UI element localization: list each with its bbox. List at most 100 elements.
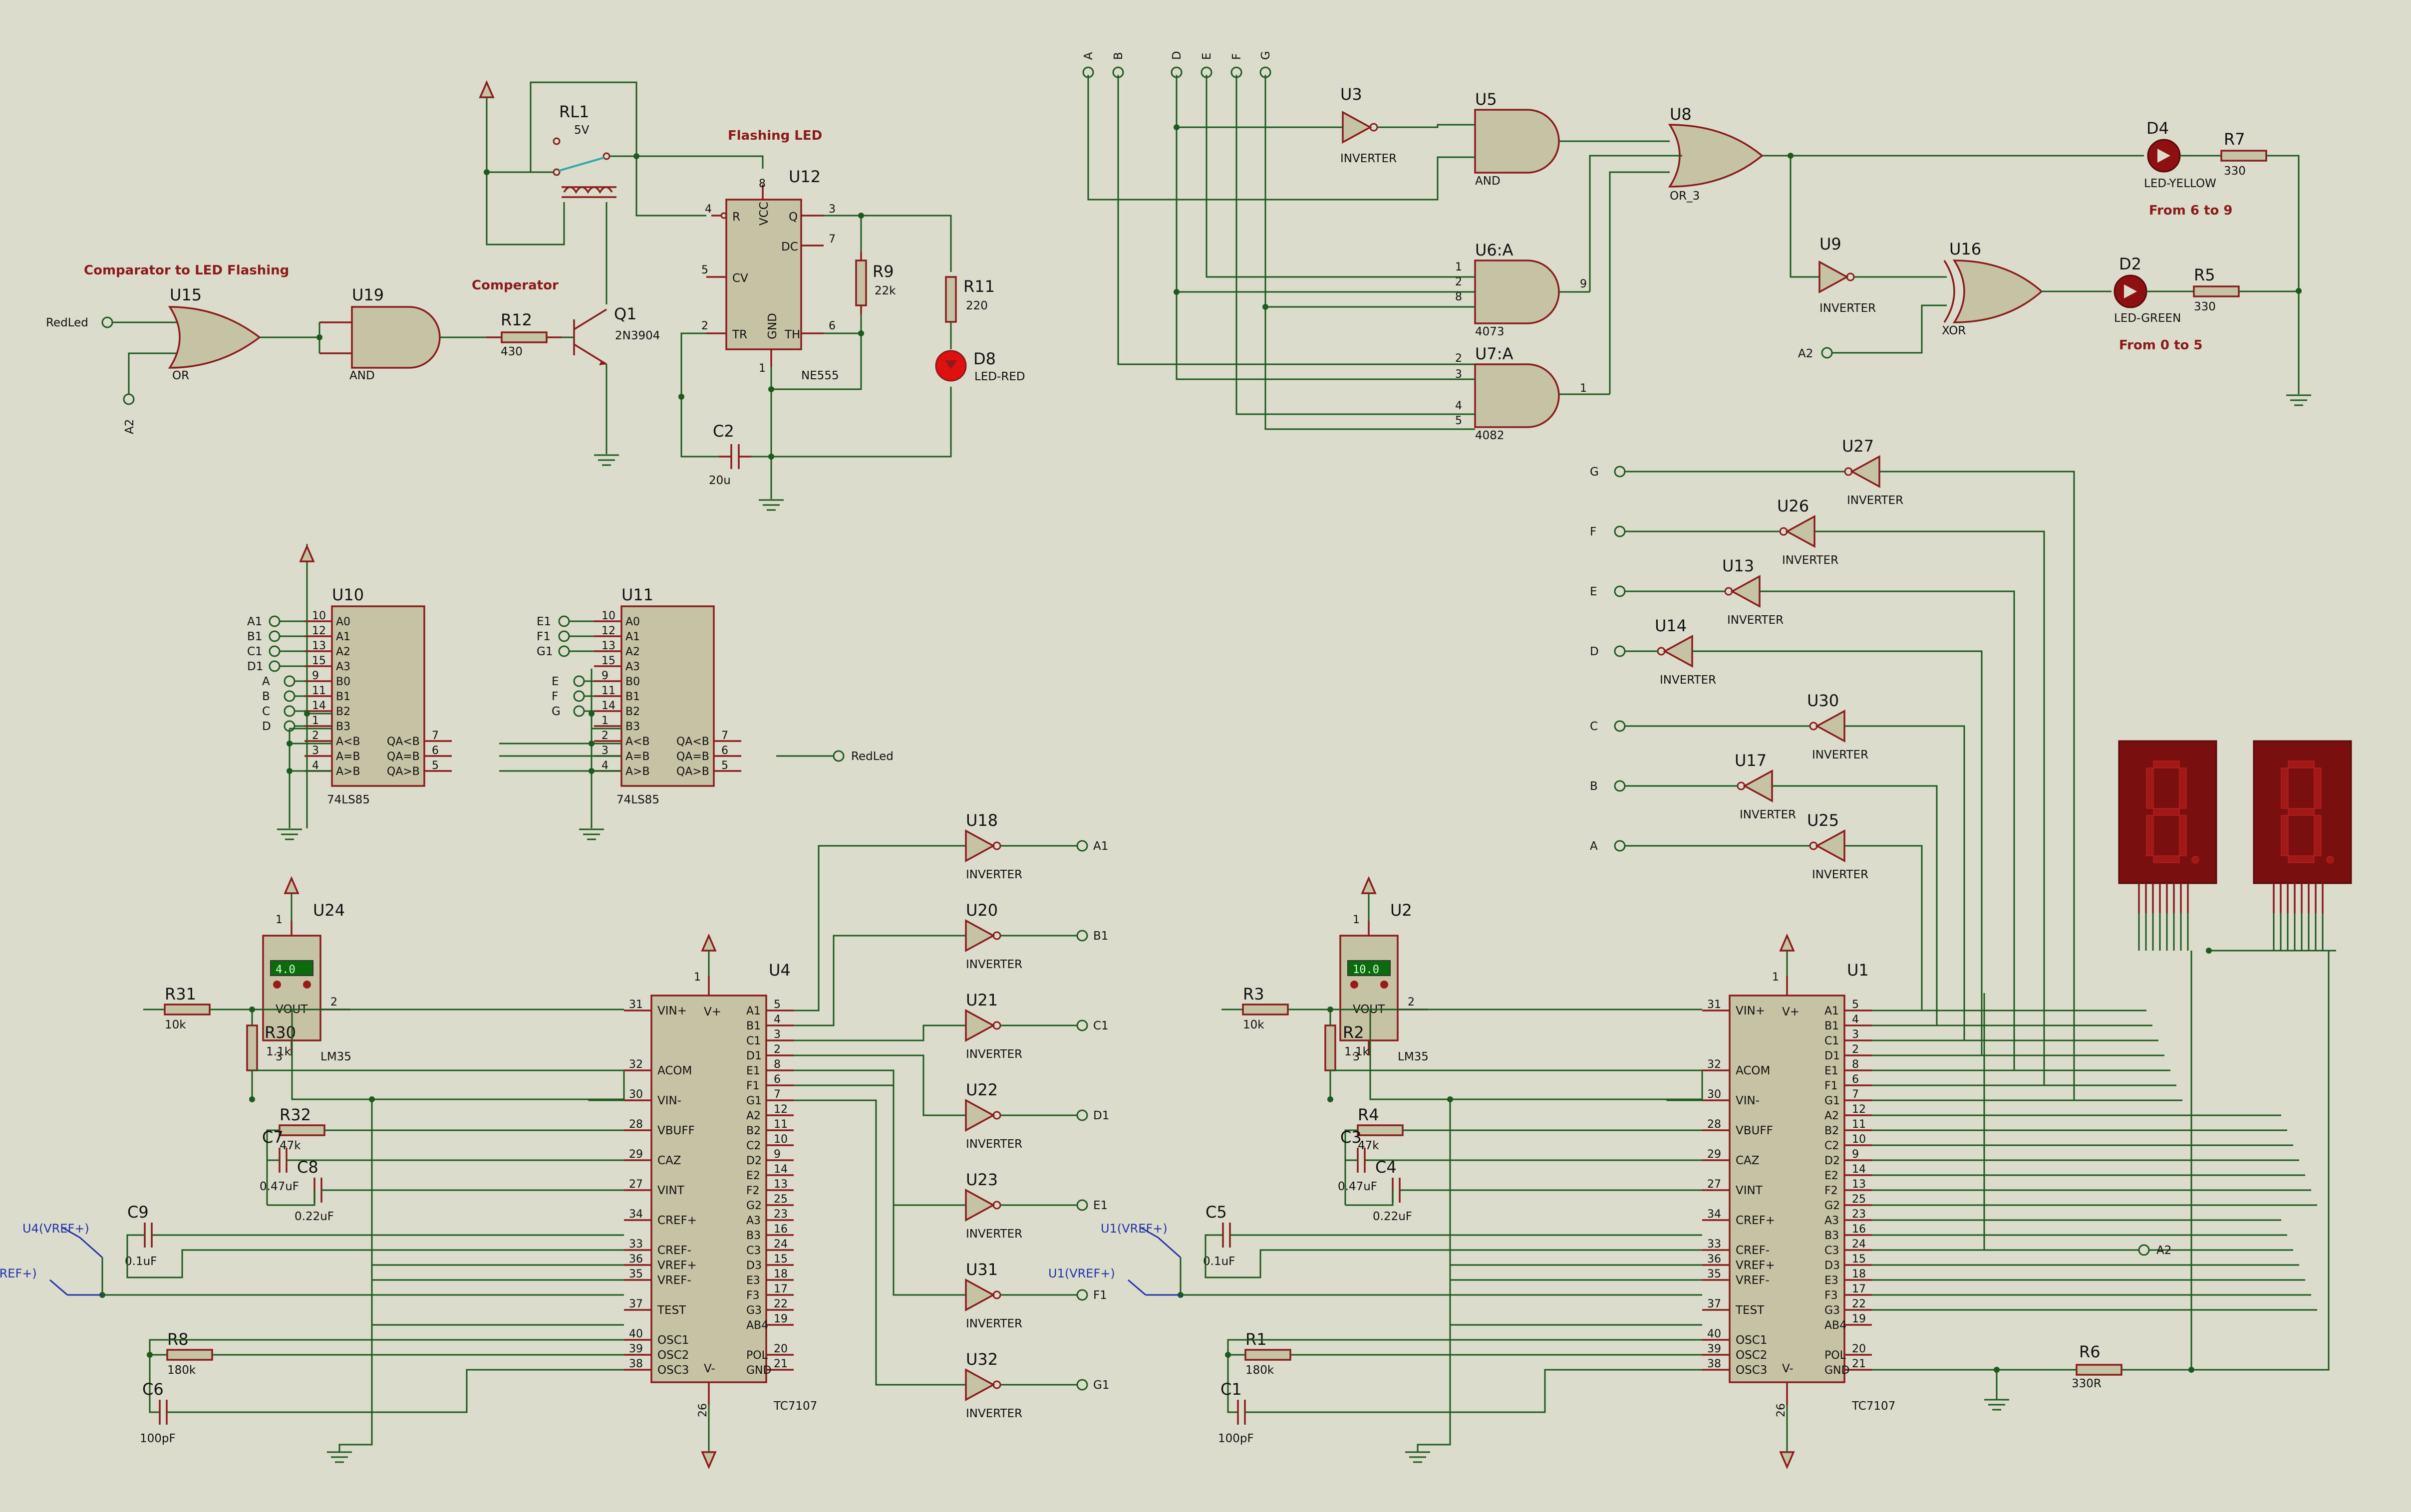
u10-box-pin-0: A0: [336, 616, 350, 628]
c2-label: C2: [713, 422, 734, 441]
u11-box-in-e: [573, 675, 585, 687]
tc-right-rpinnum-17: 17: [1852, 1283, 1866, 1295]
u4-vref-label-b: U4(VREF+): [0, 1266, 37, 1280]
input-terminal-c: [1614, 720, 1626, 732]
seven-segment-display-1: [2118, 740, 2217, 913]
redled-input-label: RedLed: [46, 316, 88, 329]
tc-left-lpin-osc2: OSC2: [657, 1349, 689, 1362]
inverter-u18: U18 INVERTER A1: [965, 811, 1108, 881]
tc-right-rpin-gnd: GND: [1824, 1364, 1849, 1377]
u12-pin-cv: CV: [732, 272, 748, 285]
u10-box-pin-9: A=B: [336, 751, 360, 763]
u1-vref-label-a: U1(VREF+): [1101, 1222, 1168, 1236]
u4-ground-a: [327, 1451, 352, 1463]
u4-c-ref-label: C9: [127, 1203, 149, 1222]
inverter-u17-label: U17: [1735, 751, 1767, 770]
inverter-u20-type: INVERTER: [966, 958, 1022, 971]
ground-u11: [579, 828, 604, 840]
tc-right-rpinnum-12: 12: [1852, 1103, 1866, 1116]
u11-box-in-f1: [558, 630, 570, 642]
tc-left-rpin-g1: G1: [746, 1095, 762, 1107]
u7-pin2: 2: [1455, 352, 1462, 365]
tc-left-lpinnum-32: 32: [629, 1058, 643, 1071]
u4-r-buff-label: R32: [280, 1105, 311, 1124]
u10-box-inlabel-c: C: [262, 705, 270, 718]
inverter-u23-type: INVERTER: [966, 1228, 1022, 1241]
input-terminal-e: [1614, 585, 1626, 597]
and-gate-u19: U19 AND: [349, 285, 441, 382]
led-d4: D4 LED-YELLOW: [2144, 119, 2216, 190]
inverter-u21: U21 INVERTER C1: [965, 991, 1109, 1061]
tc-left-lpinnum-39: 39: [629, 1343, 643, 1355]
a2-xor-terminal: [1821, 347, 1833, 359]
tc-right-rpin-e1: E1: [1824, 1065, 1838, 1077]
segment-4: [2146, 815, 2154, 856]
tc-right-lpin-vin+: VIN+: [1736, 1005, 1765, 1017]
a2-input-label: A2: [123, 419, 136, 434]
u10-box-pin-3: A3: [336, 661, 350, 673]
u10-box-pinnum-8: 2: [312, 730, 319, 742]
segment-1: [2179, 767, 2187, 809]
tc-right-lpin-vin-: VIN-: [1736, 1094, 1760, 1107]
u11-box-pinnum-10: 4: [602, 759, 608, 772]
tc-right-rpin-d2: D2: [1824, 1155, 1840, 1167]
u10-box-pinnum-4: 9: [312, 670, 319, 682]
tc-right-label: U1: [1847, 961, 1869, 980]
tc-right-lpinnum-28: 28: [1707, 1118, 1721, 1131]
u12-label: U12: [789, 167, 821, 186]
input-terminal-a: [1614, 840, 1626, 852]
u11-box-pinnum-8: 2: [602, 730, 608, 742]
tc-right-rpinnum-10: 10: [1852, 1133, 1866, 1146]
segment-4: [2281, 815, 2289, 856]
output-terminal-f1: [1076, 1289, 1088, 1301]
u11-box-inlabel-f1: F1: [537, 630, 551, 643]
tc-left-vminus: V-: [704, 1362, 715, 1375]
u11-box-pinnum-6: 14: [602, 700, 615, 712]
led-d8: D8 LED-RED: [935, 349, 1025, 383]
u6-pin1: 1: [1455, 261, 1462, 273]
output-terminal-c1: [1076, 1019, 1088, 1031]
schematic-canvas: Comparator to LED Flashing Comperator Fl…: [0, 51, 2352, 1470]
timer-ne555-u12: U12 NE555 4 R 8 VCC 3 Q 7 DC 5 CV 2 TR 6…: [701, 167, 839, 382]
output-label-e1: E1: [1093, 1199, 1108, 1212]
tc-right-lpin-osc3: OSC3: [1736, 1364, 1767, 1377]
tc-left-vplus: V+: [704, 1006, 721, 1018]
adc-u4-passives: R31 10k R301.1k R3247kC7 0.47uF C8 0.22uF C9 0.1…: [0, 985, 625, 1463]
segment-1: [2314, 767, 2322, 809]
lm35-left-reading: 4.0: [276, 964, 296, 976]
u9-value: INVERTER: [1819, 302, 1876, 315]
and-gate-u6: U6:A 4073 1 2 8 9: [1455, 241, 1587, 338]
a2-output-terminal: [2138, 1244, 2150, 1256]
u11-box-pin-9: A=B: [625, 751, 650, 763]
u7-pin1: 1: [1580, 382, 1587, 395]
inverters-left: U18INVERTERA1U20INVERTERB1U21INVERTERC1U…: [794, 811, 1109, 1420]
u4-vref-label-a: U4(VREF+): [22, 1222, 89, 1236]
u1-c-ref-label: C5: [1206, 1203, 1227, 1222]
u10-box-in-a1: [269, 615, 281, 627]
input-terminal-b: [1614, 780, 1626, 792]
u10-box-in-b: [284, 690, 296, 702]
input-terminal-g: [1614, 466, 1626, 478]
tc-right-rpinnum-16: 16: [1852, 1223, 1866, 1236]
inverter-u25-label: U25: [1807, 811, 1839, 830]
u10-box-outpin-2: QA>B: [387, 765, 420, 778]
u10-box-label: U10: [332, 585, 364, 604]
tc-right-rpin-g1: G1: [1824, 1095, 1840, 1107]
q1-label: Q1: [614, 304, 637, 323]
bus-label-d: D: [1171, 51, 1184, 60]
u1-r-buff: R447k: [1357, 1105, 1404, 1152]
inverter-u26-type: INVERTER: [1782, 554, 1838, 567]
input-label-f: F: [1590, 525, 1596, 538]
u10-box-outnum-2: 5: [432, 759, 439, 772]
tc-left-vminus-arrow: [701, 1451, 717, 1470]
r5-label: R5: [2194, 265, 2215, 284]
d2-label: D2: [2119, 254, 2141, 273]
lm35-right-value: LM35: [1398, 1050, 1429, 1063]
u10-box-pin-10: A>B: [336, 765, 360, 778]
u12-pin4: 4: [705, 203, 712, 216]
u12-pin8: 8: [759, 178, 766, 190]
bus-label-e: E: [1201, 52, 1213, 60]
tc-right-rpinnum-3: 3: [1852, 1028, 1859, 1041]
tc-left-lpin-caz: CAZ: [657, 1154, 681, 1167]
u1-r-buff-label: R4: [1358, 1105, 1379, 1124]
